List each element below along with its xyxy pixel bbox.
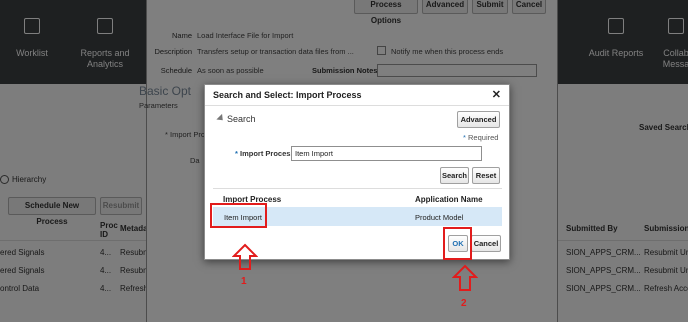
search-button[interactable]: Search: [440, 167, 469, 184]
annotation-arrow-1: [232, 243, 258, 270]
required-note: * Required: [463, 133, 499, 142]
close-icon[interactable]: ✕: [492, 88, 501, 101]
divider: [205, 105, 509, 106]
dialog-title: Search and Select: Import Process: [213, 90, 362, 100]
collapse-triangle-icon[interactable]: [216, 113, 226, 124]
import-process-input[interactable]: [291, 146, 482, 161]
divider: [213, 188, 502, 189]
import-process-label-text: Import Process: [240, 149, 295, 158]
col-application-name: Application Name: [415, 195, 483, 204]
annotation-arrow-2: [452, 264, 478, 291]
annotation-number-2: 2: [461, 298, 467, 309]
search-section-header[interactable]: Search: [227, 114, 256, 124]
row-application-name: Product Model: [415, 213, 464, 222]
advanced-search-button[interactable]: Advanced: [457, 111, 500, 128]
annotation-box-2: [443, 227, 472, 260]
import-process-label: * Import Process: [235, 149, 295, 158]
reset-button[interactable]: Reset: [472, 167, 500, 184]
required-note-text: Required: [468, 133, 499, 142]
annotation-number-1: 1: [241, 276, 247, 287]
annotation-box-1: [210, 203, 267, 228]
cancel-dialog-button[interactable]: Cancel: [471, 235, 501, 252]
